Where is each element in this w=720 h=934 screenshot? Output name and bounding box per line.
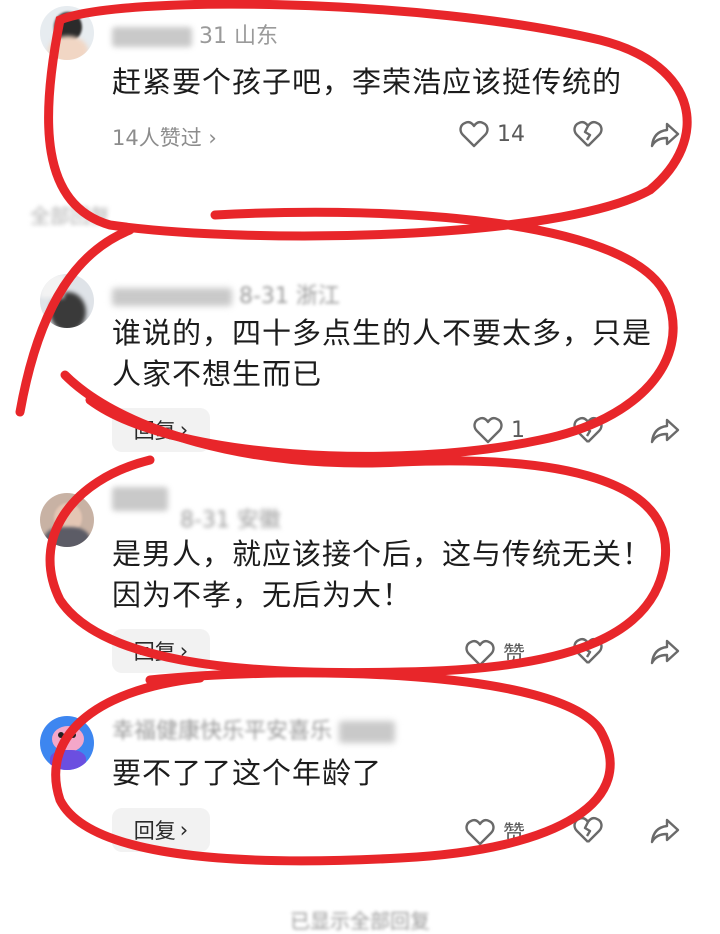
reply-button[interactable]: 回复 › <box>112 808 210 852</box>
comment-meta: 31 山东 <box>112 18 278 50</box>
redacted-username <box>112 487 168 511</box>
broken-heart-icon <box>573 817 603 843</box>
redacted-username <box>339 721 396 743</box>
like-count: 1 <box>511 417 525 443</box>
like-button[interactable]: 赞 <box>465 816 525 848</box>
comment-meta: 8-31 浙江 <box>112 278 340 310</box>
share-button[interactable] <box>650 639 680 665</box>
avatar[interactable] <box>40 274 94 328</box>
heart-icon <box>465 640 495 667</box>
reply-button[interactable]: 回复 › <box>112 629 210 673</box>
like-button[interactable]: 14 <box>459 120 525 148</box>
dislike-button[interactable] <box>573 416 603 444</box>
chevron-right-icon: › <box>179 418 189 442</box>
broken-heart-icon <box>573 417 603 443</box>
comment-text: 要不了了这个年龄了 <box>112 756 383 790</box>
reply-label: 回复 <box>133 819 176 843</box>
reply-label: 回复 <box>133 640 176 664</box>
reply-label: 回复 <box>133 419 176 443</box>
like-label: 赞 <box>503 643 526 668</box>
broken-heart-icon <box>573 121 603 147</box>
heart-icon <box>465 819 495 846</box>
share-icon <box>650 418 680 444</box>
heart-icon <box>459 121 489 148</box>
like-label: 赞 <box>503 822 526 847</box>
share-icon <box>650 122 680 148</box>
share-icon <box>650 639 680 665</box>
redacted-username <box>112 27 192 47</box>
heart-icon <box>473 417 503 444</box>
comment-meta-secondary: 8-31 安徽 <box>180 508 281 533</box>
share-button[interactable] <box>650 418 680 444</box>
redacted-username <box>112 288 232 306</box>
avatar[interactable] <box>40 6 94 60</box>
comment-text: 是男人，就应该接个后，这与传统无关！因为不孝，无后为大！ <box>112 537 653 612</box>
like-button[interactable]: 1 <box>473 416 525 444</box>
section-label: 全部回复 <box>30 204 110 228</box>
broken-heart-icon <box>573 638 603 664</box>
likes-link[interactable]: 14人赞过 › <box>112 122 217 152</box>
share-icon <box>650 818 680 844</box>
like-button[interactable]: 赞 <box>465 637 525 669</box>
dislike-button[interactable] <box>573 637 603 665</box>
dislike-button[interactable] <box>573 120 603 148</box>
comment-meta <box>112 486 168 511</box>
avatar[interactable] <box>40 716 94 770</box>
comment-text: 赶紧要个孩子吧，李荣浩应该挺传统的 <box>112 65 623 99</box>
chevron-right-icon: › <box>179 818 189 842</box>
share-button[interactable] <box>650 818 680 844</box>
show-all-replies[interactable]: 已显示全部回复 <box>0 905 720 934</box>
share-button[interactable] <box>650 122 680 148</box>
dislike-button[interactable] <box>573 816 603 844</box>
chevron-right-icon: › <box>179 639 189 663</box>
avatar[interactable] <box>40 493 94 547</box>
like-count: 14 <box>497 121 525 147</box>
comment-text: 谁说的，四十多点生的人不要太多，只是人家不想生而已 <box>112 316 653 391</box>
comment-meta: 幸福健康快乐平安喜乐 <box>112 713 396 745</box>
reply-button[interactable]: 回复 › <box>112 408 210 452</box>
